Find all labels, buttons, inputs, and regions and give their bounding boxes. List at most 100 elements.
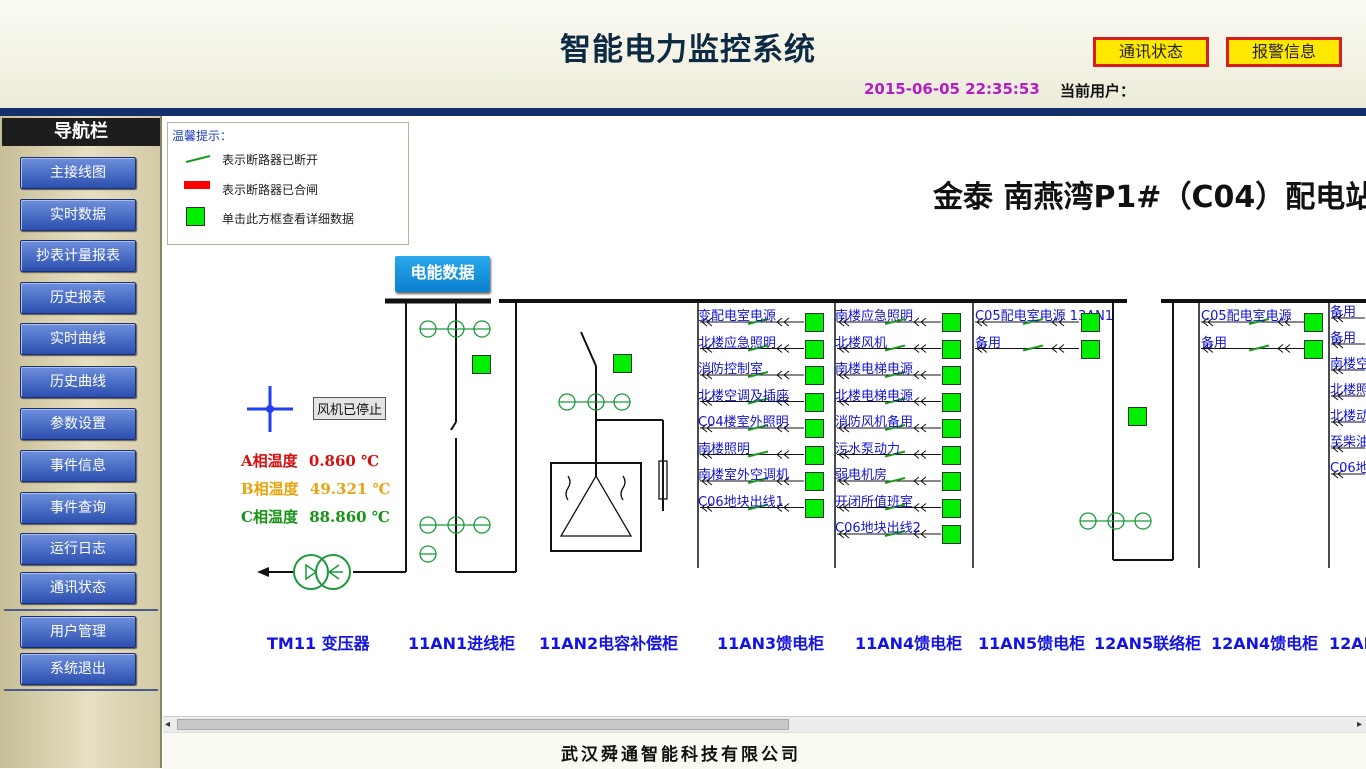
ct-symbol-icon [1079,512,1152,530]
feeder-label: 弱电机房 [835,468,888,483]
feeder-label: 开闭所值班室 [835,494,914,510]
feeder-label: 南楼空调 [1330,357,1366,372]
feeder-label: 南楼应急照明 [835,309,914,324]
feeder-label: 污水泵动力 [835,441,901,457]
app-title: 智能电力监控系统 [560,32,816,68]
header-bar: 智能电力监控系统 通讯状态 报警信息 2015-06-05 22:35:53 当… [0,0,1366,109]
feeder-detail-box[interactable] [1304,339,1323,359]
feeder-detail-box[interactable] [942,445,961,465]
scroll-left-arrow-icon[interactable]: ◂ [165,719,170,730]
feeder-detail-box[interactable] [805,419,824,438]
detail-box-11an2[interactable] [613,354,632,373]
current-datetime: 2015-06-05 22:35:53 [864,80,1040,98]
feeder-label: 北楼电梯电源 [835,388,914,404]
feeder-label: C06地块 [1330,461,1366,476]
feeder-label: C06地块出线2 [835,521,921,536]
transformer-circuit [267,301,407,573]
footer-bar: 武汉舜通智能科技有限公司 [163,732,1366,769]
nav-sidebar: 导航栏 主接线图 实时数据 抄表计量报表 历史报表 实时曲线 历史曲线 参数设置… [0,116,162,768]
scroll-right-arrow-icon[interactable]: ▸ [1357,719,1362,730]
feeder-list-12an4: C05配电室电源 备用 [1201,304,1292,357]
header-divider [0,108,1366,116]
cabinet-label-11an5: 11AN5馈电柜 [978,634,1086,653]
current-user-label: 当前用户： [1060,82,1136,100]
feeder-label: 北楼动力 [1330,409,1366,424]
feeder-detail-box[interactable] [805,313,824,332]
capacitor-cabinet-11an2 [550,331,664,552]
feeder-label: C06地块出线1 [698,494,784,510]
nav-item-event-info[interactable]: 事件信息 [20,450,136,482]
feeder-label: 南楼室外空调机 [698,468,790,483]
horizontal-scrollbar[interactable]: ◂ ▸ [163,716,1366,733]
cabinet-label-tm11: TM11 变压器 [267,634,370,653]
feeder-label: 至柴油机房 [1330,435,1366,450]
nav-item-settings[interactable]: 参数设置 [20,408,136,440]
detail-box-11an1[interactable] [472,355,491,374]
nav-divider [4,609,158,611]
feeder-label: 南楼照明 [698,441,751,457]
nav-item-event-query[interactable]: 事件查询 [20,492,136,524]
feeder-detail-box[interactable] [942,366,961,385]
feeder-detail-box[interactable] [1304,313,1323,332]
cabinet-label-11an3: 11AN3馈电柜 [717,634,825,653]
nav-divider [4,689,158,691]
feeder-label: 消防控制室 [698,362,764,377]
comm-status-button[interactable]: 通讯状态 [1093,37,1209,67]
feeder-detail-box[interactable] [1081,313,1100,332]
cabinet-label-11an1: 11AN1进线柜 [408,634,516,653]
nav-item-history-curve[interactable]: 历史曲线 [20,366,136,398]
feeder-label: C05配电室电源 [1201,309,1292,324]
feeder-label: 北楼照明 [1330,383,1366,398]
feeder-detail-box[interactable] [805,445,824,465]
feeder-detail-box[interactable] [805,339,824,359]
nav-item-meter-report[interactable]: 抄表计量报表 [20,240,136,272]
feeder-detail-box[interactable] [942,472,961,491]
feeder-detail-box[interactable] [805,366,824,385]
feeder-label: 备用 [1330,305,1357,320]
nav-item-main-wiring[interactable]: 主接线图 [20,157,136,189]
feeder-detail-box[interactable] [805,498,824,518]
feeder-detail-box[interactable] [1081,339,1100,359]
feeder-detail-box[interactable] [942,419,961,438]
arrow-left-icon [257,567,269,577]
nav-item-history-report[interactable]: 历史报表 [20,282,136,314]
detail-box-12an5[interactable] [1128,407,1147,426]
cabinet-label-12an5: 12AN5联络柜 [1094,634,1202,653]
feeder-detail-box[interactable] [942,392,961,412]
feeder-detail-box[interactable] [942,498,961,518]
transformer-icon [293,554,351,590]
capacitor-icon [559,460,668,537]
feeder-label: 北楼风机 [835,335,888,351]
feeder-detail-box[interactable] [805,472,824,491]
feeder-list-11an3: 变配电室电源 北楼应急照明 消防控制室 北楼空调及插座 C04楼室外照明 南楼照… [698,304,789,516]
nav-item-comm-status[interactable]: 通讯状态 [20,572,136,604]
nav-item-realtime-curve[interactable]: 实时曲线 [20,323,136,355]
feeder-label: 南楼电梯电源 [835,362,914,377]
nav-title: 导航栏 [2,118,160,146]
nav-item-run-log[interactable]: 运行日志 [20,533,136,565]
cabinet-label-11an4: 11AN4馈电柜 [855,634,963,653]
feeder-label: C04楼室外照明 [698,415,789,430]
cabinet-label-11an2: 11AN2电容补偿柜 [539,634,679,653]
cabinet-label-12an4: 12AN4馈电柜 [1211,634,1319,653]
ct-symbol-icon [558,393,631,411]
feeder-detail-box[interactable] [942,313,961,332]
alarm-info-button[interactable]: 报警信息 [1226,37,1342,67]
feeder-label: 备用 [1330,331,1357,346]
feeder-label: 消防风机备用 [835,415,914,430]
wiring-diagram-area: 温馨提示： 表示断路器已断开 表示断路器已合闸 单击此方框查看详细数据 金泰 南… [163,116,1366,716]
feeder-list-11an4: 南楼应急照明 北楼风机 南楼电梯电源 北楼电梯电源 消防风机备用 污水泵动力 弱… [835,304,921,543]
nav-item-exit[interactable]: 系统退出 [20,653,136,685]
feeder-detail-box[interactable] [805,392,824,412]
nav-item-realtime-data[interactable]: 实时数据 [20,199,136,231]
scrollbar-thumb[interactable] [177,719,789,730]
feeder-label: 北楼应急照明 [698,335,777,351]
company-name: 武汉舜通智能科技有限公司 [561,745,801,765]
cabinet-label-12an3: 12AN3馈电柜 [1329,634,1366,653]
feeder-detail-box[interactable] [942,339,961,359]
feeder-list-12an3: 备用 备用 南楼空调 北楼照明 北楼动力 至柴油机房 C06地块 [1330,300,1366,482]
feeder-detail-box[interactable] [942,525,961,544]
feeder-label: 变配电室电源 [698,309,777,324]
nav-item-user-mgmt[interactable]: 用户管理 [20,616,136,648]
feeder-label: 备用 [1201,335,1228,351]
